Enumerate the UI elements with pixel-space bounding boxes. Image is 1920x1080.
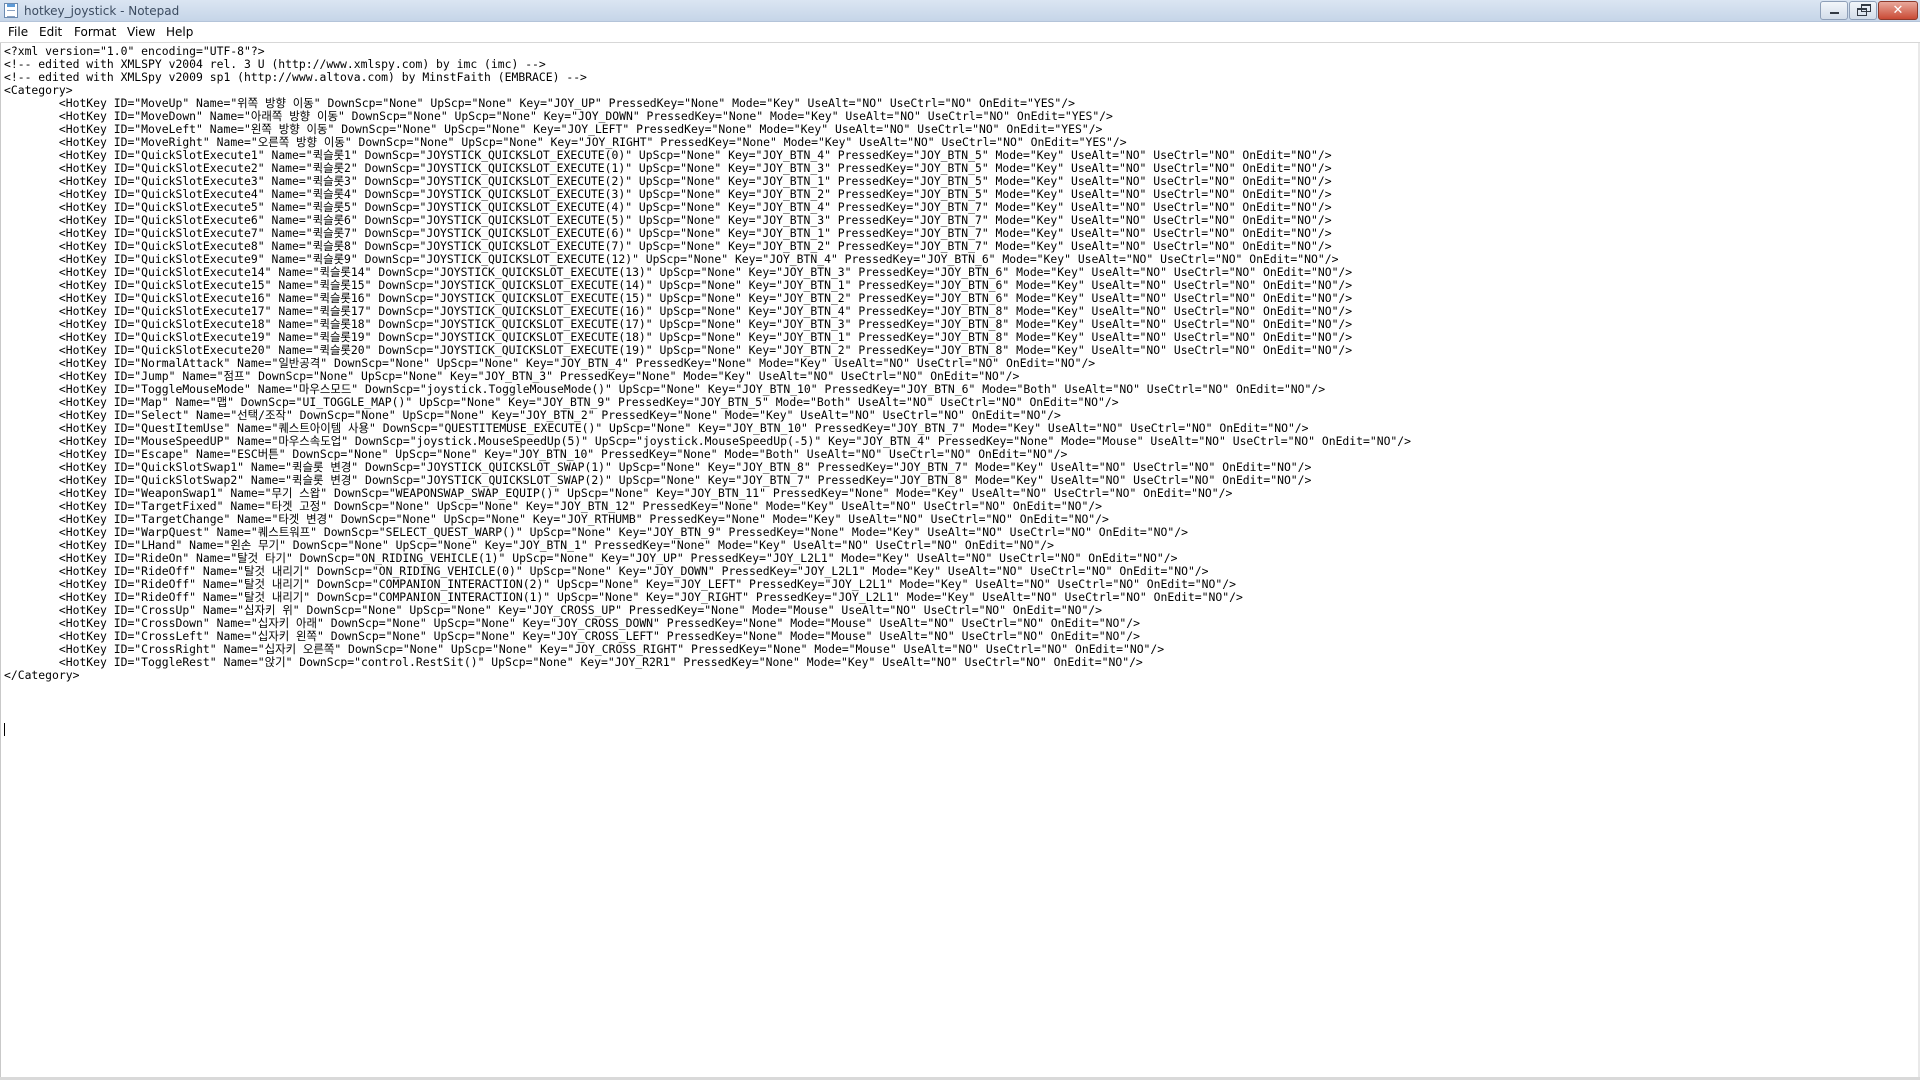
minimize-icon: [1830, 12, 1839, 14]
restore-button[interactable]: [1849, 1, 1877, 20]
notepad-app-icon[interactable]: [4, 3, 18, 18]
window-title: hotkey_joystick - Notepad: [24, 4, 180, 18]
menu-help[interactable]: Help: [164, 24, 195, 40]
menu-bar: File Edit Format View Help: [0, 22, 1920, 43]
minimize-button[interactable]: [1820, 1, 1848, 20]
title-bar[interactable]: hotkey_joystick - Notepad ✕: [0, 0, 1920, 22]
menu-format[interactable]: Format: [72, 24, 118, 40]
close-icon: ✕: [1892, 3, 1904, 18]
menu-file[interactable]: File: [6, 24, 30, 40]
restore-icon-front: [1857, 8, 1867, 16]
text-editor-area[interactable]: <?xml version="1.0" encoding="UTF-8"?> <…: [0, 43, 1918, 1077]
menu-view[interactable]: View: [125, 24, 157, 40]
notepad-window: hotkey_joystick - Notepad ✕ File Edit Fo…: [0, 0, 1920, 1080]
document-text[interactable]: <?xml version="1.0" encoding="UTF-8"?> <…: [4, 45, 1411, 682]
text-caret: [4, 723, 5, 736]
close-button[interactable]: ✕: [1878, 1, 1918, 20]
menu-edit[interactable]: Edit: [37, 24, 64, 40]
